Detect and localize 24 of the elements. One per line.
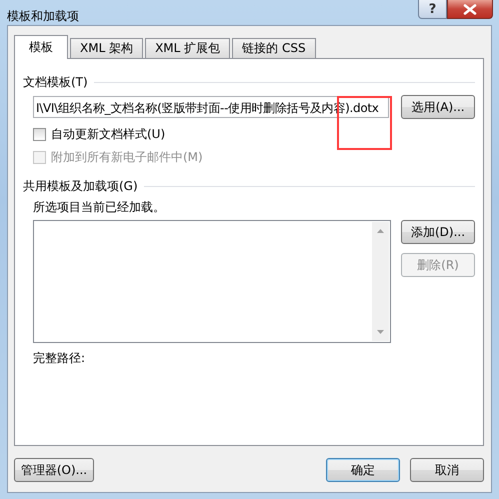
status-text: 所选项目当前已经加载。 (32, 199, 166, 216)
checkbox[interactable] (33, 128, 46, 140)
dialog-button[interactable]: 管理器(O)... (14, 458, 94, 482)
close-button[interactable] (447, 0, 493, 19)
checkbox-label: 自动更新文档样式(U) (51, 126, 166, 142)
scrollbar[interactable] (372, 222, 389, 341)
section-label: 共用模板及加载项(G) (23, 178, 138, 194)
tab[interactable]: XML 扩展包 (145, 38, 230, 58)
section-label: 文档模板(T) (23, 74, 88, 90)
help-button[interactable]: ? (418, 0, 447, 19)
dialog-button[interactable]: 添加(D)... (401, 220, 475, 244)
tab[interactable]: 链接的 CSS (232, 38, 316, 58)
attach-button[interactable]: 选用(A)... (401, 95, 475, 119)
window-title: 模板和加载项 (7, 8, 79, 25)
template-list[interactable] (33, 220, 391, 343)
tab[interactable]: XML 架构 (70, 38, 144, 58)
dialog-button[interactable]: 取消 (410, 458, 484, 482)
close-icon (463, 4, 477, 14)
tab[interactable]: 模板 (14, 35, 68, 59)
checkbox-label: 附加到所有新电子邮件中(M) (51, 148, 203, 166)
scroll-up-icon[interactable] (377, 229, 384, 233)
scroll-down-icon[interactable] (377, 330, 384, 334)
full-path-label: 完整路径: (32, 350, 86, 367)
dialog-button[interactable]: 确定 (326, 458, 400, 482)
